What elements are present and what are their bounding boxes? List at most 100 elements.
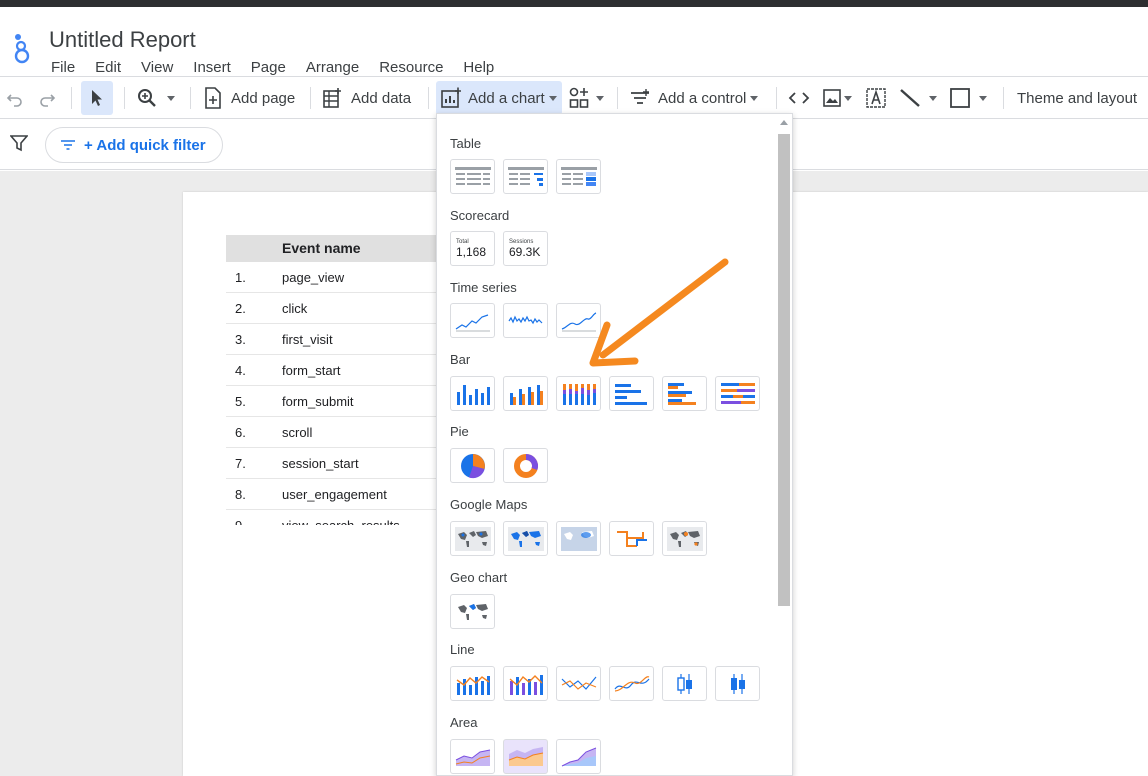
table-heatmap-option[interactable] [556, 159, 601, 194]
line-chart-option[interactable] [556, 666, 601, 701]
geo-chart-option[interactable] [450, 594, 495, 629]
heatmap-map-option[interactable] [556, 521, 601, 556]
control-filter-icon [631, 89, 649, 104]
add-page-icon [205, 87, 221, 109]
compact-scorecard-option[interactable]: Sessions 69.3K [503, 231, 548, 266]
embed-code-button[interactable] [788, 81, 810, 115]
zoom-button[interactable] [137, 81, 175, 115]
toolbar-divider [617, 87, 618, 109]
app-header: Untitled Report File Edit View Insert Pa… [0, 7, 1148, 76]
menu-insert[interactable]: Insert [183, 58, 241, 78]
line-button[interactable] [899, 81, 937, 115]
combo-map-icon [666, 526, 703, 551]
menu-arrange[interactable]: Arrange [296, 58, 369, 78]
chart-type-menu: Table Scorecard Total 1,168 Sessions 69.… [436, 113, 793, 776]
scorecard-value: 69.3K [509, 244, 541, 259]
line-options [450, 666, 760, 701]
scorecard-value: 1,168 [456, 244, 487, 259]
menu-help[interactable]: Help [453, 58, 504, 78]
shape-button[interactable] [949, 81, 987, 115]
scrollbar-thumb[interactable] [778, 134, 790, 606]
redo-button[interactable] [38, 81, 56, 115]
text-box-button[interactable] [865, 81, 887, 115]
filter-icon[interactable] [10, 134, 28, 152]
table-row: 4. form_start [226, 355, 441, 386]
table-chart-option[interactable] [450, 159, 495, 194]
time-series-options [450, 303, 601, 338]
bubble-map-option[interactable] [450, 521, 495, 556]
pie-chart-option[interactable] [450, 448, 495, 483]
google-maps-options [450, 521, 707, 556]
menu-file[interactable]: File [41, 58, 85, 78]
image-button[interactable] [822, 81, 852, 115]
stacked-bar-chart-option[interactable] [715, 376, 760, 411]
event-name-cell: view_search_results [282, 517, 400, 526]
table-heatmap-icon [560, 166, 597, 186]
smoothed-time-series-option[interactable] [556, 303, 601, 338]
undo-button[interactable] [6, 81, 24, 115]
add-a-control-button[interactable]: Add a control [629, 81, 759, 115]
add-a-chart-button[interactable]: Add a chart [436, 81, 562, 115]
bar-chart-option[interactable] [609, 376, 654, 411]
column-chart-option[interactable] [450, 376, 495, 411]
filter-lines-icon [61, 140, 75, 150]
add-page-button[interactable]: Add page [204, 81, 295, 115]
scorecard-option[interactable]: Total 1,168 [450, 231, 495, 266]
add-page-label: Add page [231, 89, 296, 107]
select-tool-button[interactable] [81, 81, 113, 115]
filled-candlestick-chart-option[interactable] [715, 666, 760, 701]
table-row: 1. page_view [226, 262, 441, 293]
menu-resource[interactable]: Resource [369, 58, 453, 78]
donut-chart-option[interactable] [503, 448, 548, 483]
add-data-button[interactable]: Add data [322, 81, 411, 115]
chevron-down-icon [844, 95, 852, 101]
menu-page[interactable]: Page [241, 58, 296, 78]
candlestick-filled-icon [730, 673, 745, 694]
window-top-edge [0, 0, 1148, 7]
event-name-cell: session_start [282, 455, 359, 471]
table-header[interactable]: Event name [226, 235, 441, 262]
scroll-up-icon[interactable] [780, 120, 788, 125]
section-google-maps: Google Maps [450, 497, 528, 512]
stacked-combo-chart-option[interactable] [503, 666, 548, 701]
toolbar-divider [428, 87, 429, 109]
report-title[interactable]: Untitled Report [49, 27, 196, 53]
toolbar-divider [124, 87, 125, 109]
sparkline-icon [508, 315, 542, 324]
sparkline-option[interactable] [503, 303, 548, 338]
grouped-bar-chart-option[interactable] [662, 376, 707, 411]
menu-edit[interactable]: Edit [85, 58, 131, 78]
time-series-option[interactable] [450, 303, 495, 338]
add-chart-icon [441, 87, 461, 108]
line-map-option[interactable] [609, 521, 654, 556]
filled-map-icon [507, 526, 544, 551]
combo-chart-icon [456, 675, 490, 695]
add-component-button[interactable] [568, 81, 604, 115]
line-chart-icon [561, 676, 596, 690]
menu-bar: File Edit View Insert Page Arrange Resou… [41, 58, 504, 78]
world-map-icon [454, 526, 491, 551]
chevron-down-icon [167, 95, 175, 101]
stacked-column-chart-option[interactable] [503, 376, 548, 411]
theme-and-layout-button[interactable]: Theme and layout [1017, 81, 1137, 115]
area-chart-option[interactable] [450, 739, 495, 774]
100-percent-stacked-column-option[interactable] [556, 376, 601, 411]
candlestick-chart-option[interactable] [662, 666, 707, 701]
100-percent-stacked-area-option[interactable] [556, 739, 601, 774]
chevron-down-icon [750, 95, 759, 101]
combo-chart-option[interactable] [450, 666, 495, 701]
pie-options [450, 448, 548, 483]
combo-map-option[interactable] [662, 521, 707, 556]
section-line: Line [450, 642, 475, 657]
stacked-area-chart-option[interactable] [503, 739, 548, 774]
filled-map-option[interactable] [503, 521, 548, 556]
menu-scrollbar[interactable] [775, 114, 792, 775]
add-quick-filter-label: + Add quick filter [84, 136, 206, 154]
add-quick-filter-button[interactable]: + Add quick filter [45, 127, 223, 163]
event-table[interactable]: Event name 1. page_view 2. click 3. first_v… [226, 235, 441, 525]
smoothed-line-chart-option[interactable] [609, 666, 654, 701]
menu-view[interactable]: View [131, 58, 183, 78]
table-row: 9. view_search_results [226, 510, 441, 526]
table-with-bars-option[interactable] [503, 159, 548, 194]
time-series-icon [455, 313, 490, 331]
